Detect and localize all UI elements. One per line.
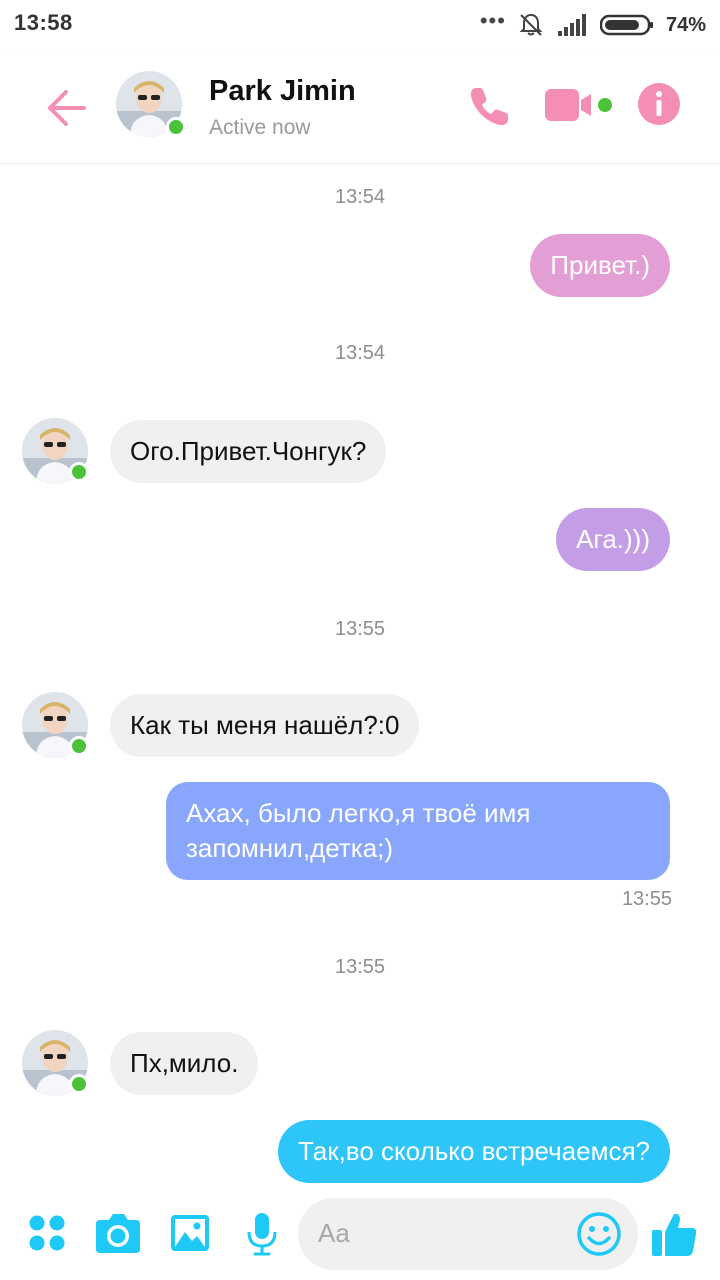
- online-indicator: [69, 462, 89, 482]
- battery-icon: [599, 14, 653, 36]
- status-icons: ••• 74%: [480, 10, 706, 40]
- status-time: 13:58: [14, 10, 73, 35]
- outgoing-message[interactable]: Так,во сколько встречаемся?: [278, 1120, 670, 1183]
- incoming-message[interactable]: Как ты меня нашёл?:0: [110, 694, 420, 757]
- notification-dots-icon: •••: [479, 8, 506, 33]
- contact-name[interactable]: Park Jimin: [209, 75, 356, 108]
- video-call-icon[interactable]: [543, 85, 615, 129]
- thumbs-up-icon[interactable]: [650, 1210, 698, 1258]
- camera-icon[interactable]: [94, 1212, 142, 1254]
- sender-avatar[interactable]: [22, 692, 89, 758]
- conversation-header: Park Jimin Active now: [0, 52, 720, 164]
- muted-bell-icon: [519, 13, 543, 36]
- online-indicator: [69, 736, 89, 756]
- status-bar: 13:58 ••• 74%: [0, 0, 720, 52]
- online-indicator: [69, 1074, 89, 1094]
- gallery-icon[interactable]: [170, 1214, 210, 1252]
- online-indicator: [166, 117, 186, 137]
- sender-avatar[interactable]: [22, 1030, 89, 1096]
- signal-icon: [557, 14, 586, 36]
- timestamp-divider: 13:55: [334, 956, 386, 978]
- message-input[interactable]: Aa: [298, 1198, 638, 1270]
- message-input-placeholder: Aa: [318, 1218, 350, 1248]
- info-icon[interactable]: [637, 82, 681, 126]
- timestamp-divider: 13:54: [334, 342, 386, 364]
- contact-avatar[interactable]: [116, 71, 186, 137]
- message-composer: Aa: [0, 1190, 720, 1280]
- incoming-message[interactable]: Пх,мило.: [110, 1032, 259, 1095]
- sender-avatar[interactable]: [22, 418, 89, 484]
- emoji-icon[interactable]: [576, 1211, 622, 1257]
- back-arrow-icon[interactable]: [44, 85, 90, 131]
- contact-status: Active now: [209, 116, 311, 139]
- message-sent-time: 13:55: [621, 888, 672, 910]
- more-apps-icon[interactable]: [28, 1214, 66, 1252]
- incoming-message[interactable]: Ого.Привет.Чонгук?: [110, 420, 387, 483]
- outgoing-message[interactable]: Привет.): [530, 234, 670, 297]
- timestamp-divider: 13:54: [334, 186, 386, 208]
- battery-percent: 74%: [665, 13, 706, 36]
- microphone-icon[interactable]: [246, 1212, 278, 1256]
- outgoing-message[interactable]: Ага.))): [556, 508, 670, 571]
- phone-call-icon[interactable]: [464, 82, 514, 132]
- outgoing-message[interactable]: Ахах, было легко,я твоё имя запомнил,дет…: [166, 782, 670, 880]
- timestamp-divider: 13:55: [334, 618, 386, 640]
